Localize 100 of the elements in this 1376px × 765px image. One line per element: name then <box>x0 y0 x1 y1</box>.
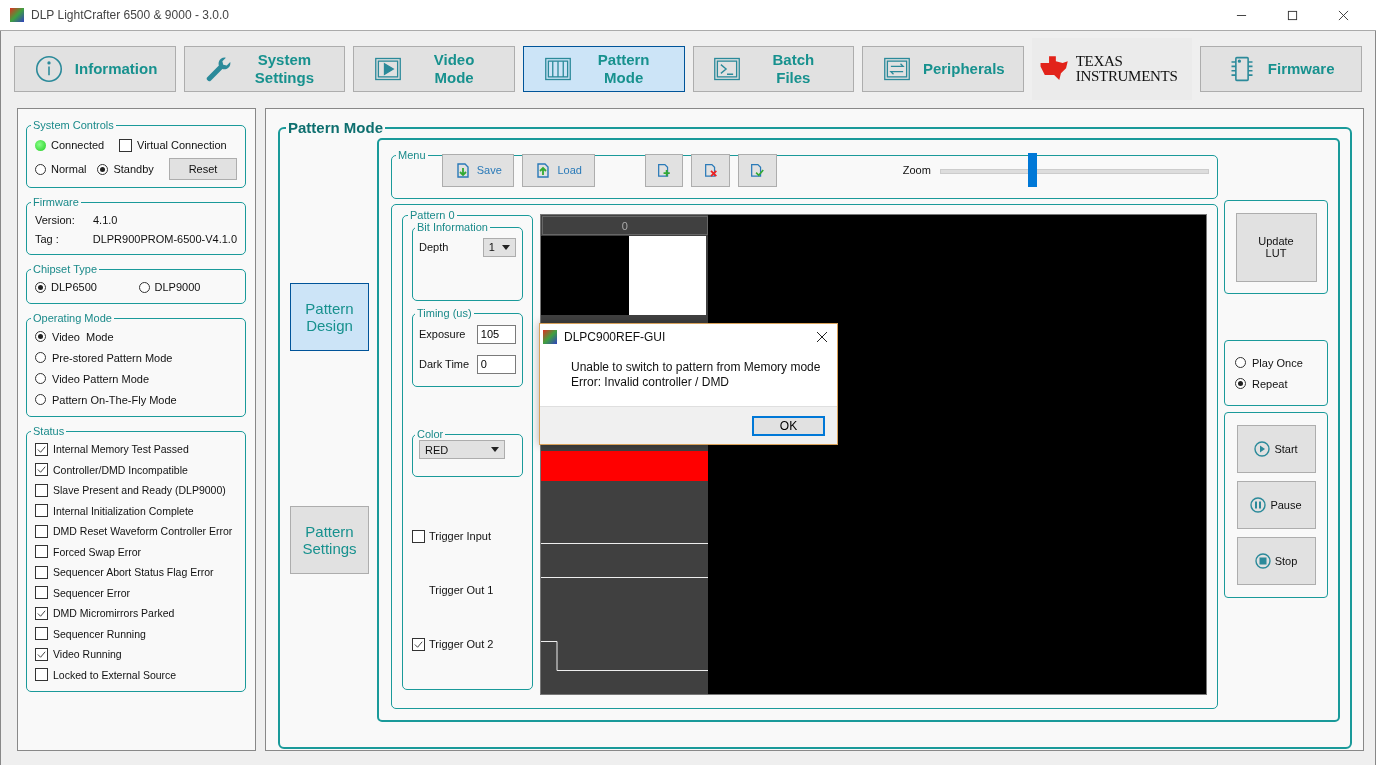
checkbox-label: DMD Micromirrors Parked <box>53 607 175 620</box>
radio-label: Video Mode <box>52 330 114 343</box>
radio-label: Repeat <box>1252 377 1288 390</box>
zoom-slider[interactable] <box>940 153 1209 187</box>
radio-label: DLP6500 <box>51 281 98 293</box>
checkbox[interactable] <box>35 483 48 497</box>
zoom-label: Zoom <box>902 164 932 176</box>
checkbox[interactable] <box>412 637 425 651</box>
checkbox[interactable] <box>119 138 132 152</box>
play-icon <box>1254 441 1271 457</box>
start-button[interactable]: Start <box>1236 425 1316 473</box>
slider-thumb[interactable] <box>1027 153 1037 187</box>
maximize-icon[interactable] <box>1287 9 1298 21</box>
check-file-icon <box>749 161 766 179</box>
nav-tab[interactable]: Peripherals <box>862 45 1024 92</box>
radio-label: Pre-stored Pattern Mode <box>52 351 173 364</box>
nav-tab[interactable]: Information <box>14 45 176 92</box>
checkbox[interactable] <box>35 647 48 661</box>
delete-file-icon <box>702 161 719 179</box>
depth-dropdown[interactable]: 1 <box>482 237 516 257</box>
nav-tab[interactable]: System Settings <box>183 45 346 92</box>
radio-button[interactable] <box>35 163 46 175</box>
pause-button[interactable]: Pause <box>1236 481 1316 529</box>
group-title: Bit Information <box>416 221 489 233</box>
dark-time-field[interactable]: 0 <box>476 354 516 374</box>
dialog-message: Unable to switch to pattern from Memory mode <box>571 360 822 375</box>
close-icon[interactable] <box>1338 9 1349 21</box>
exposure-field[interactable]: 105 <box>476 324 516 344</box>
side-button[interactable]: Pattern Settings <box>290 506 369 574</box>
group-title: Menu <box>397 149 427 161</box>
group-title: Firmware <box>32 196 80 208</box>
window-title: DLP LightCrafter 6500 & 9000 - 3.0.0 <box>31 8 229 22</box>
dialog-title: DLPC900REF-GUI <box>564 330 666 344</box>
close-icon[interactable] <box>816 331 828 343</box>
ok-button[interactable]: OK <box>752 415 825 436</box>
column-header: 0 <box>541 216 708 235</box>
verify-file-button[interactable] <box>738 153 777 187</box>
radio-label: DLP9000 <box>154 281 202 293</box>
checkbox[interactable] <box>35 565 48 579</box>
checkbox-label: Internal Initialization Complete <box>53 504 194 517</box>
group-title: Pattern 0 <box>409 209 456 221</box>
checkbox[interactable] <box>35 627 48 641</box>
app-icon <box>543 330 557 344</box>
checkbox-label: Internal Memory Test Passed <box>53 443 189 456</box>
checkbox-label: Sequencer Error <box>53 586 131 599</box>
checkbox-label: Video Running <box>53 648 122 661</box>
color-dropdown[interactable]: RED <box>419 440 505 459</box>
group-title: System Controls <box>32 119 115 131</box>
download-file-icon <box>454 161 471 179</box>
checkbox[interactable] <box>35 545 48 559</box>
group-title: Color <box>416 428 445 440</box>
checkbox[interactable] <box>35 524 48 538</box>
radio-button[interactable] <box>97 163 109 175</box>
nav-tab[interactable]: Firmware <box>1200 45 1362 92</box>
info-icon <box>34 54 63 83</box>
checkbox-label: Virtual Connection <box>137 139 227 151</box>
checkbox-label: Locked to External Source <box>53 668 177 681</box>
checkbox[interactable] <box>35 586 48 600</box>
radio-button[interactable] <box>35 394 46 405</box>
radio-button[interactable] <box>35 352 46 363</box>
stop-button[interactable]: Stop <box>1236 537 1316 585</box>
delete-file-button[interactable] <box>691 153 730 187</box>
field-label: Version: <box>35 213 76 226</box>
radio-button[interactable] <box>1235 357 1246 368</box>
field-label: Exposure <box>419 328 466 340</box>
nav-tab[interactable]: Video Mode <box>353 45 515 92</box>
update-lut-button[interactable]: Update LUT <box>1235 212 1317 282</box>
save-button[interactable]: Save <box>442 153 515 187</box>
group-title: Chipset Type <box>32 263 98 275</box>
radio-button[interactable] <box>35 281 46 293</box>
load-button[interactable]: Load <box>522 153 595 187</box>
trigger-label: Trigger Out 2 <box>429 638 494 650</box>
upload-file-icon <box>535 161 552 179</box>
checkbox[interactable] <box>412 529 425 543</box>
group-title: Operating Mode <box>32 312 113 324</box>
field-value: DLPR900PROM-6500-V4.1.0 <box>92 232 237 245</box>
radio-button[interactable] <box>138 281 150 293</box>
checkbox[interactable] <box>35 463 48 477</box>
side-button[interactable]: Pattern Design <box>290 283 369 351</box>
radio-label: Play Once <box>1252 356 1303 369</box>
radio-button[interactable] <box>35 331 46 342</box>
caret-icon <box>491 447 499 452</box>
nav-tab[interactable]: Batch Files <box>692 45 855 92</box>
reset-button[interactable]: Reset <box>169 158 237 180</box>
radio-button[interactable] <box>35 373 46 384</box>
checkbox[interactable] <box>35 606 48 620</box>
trigger-label: Trigger Input <box>429 530 491 542</box>
checkbox[interactable] <box>35 504 48 518</box>
checkbox-label: Forced Swap Error <box>53 545 142 558</box>
caret-icon <box>501 244 510 250</box>
nav-tab[interactable]: Pattern Mode <box>522 45 685 92</box>
checkbox[interactable] <box>35 442 48 456</box>
radio-button[interactable] <box>1235 378 1246 389</box>
add-file-button[interactable] <box>644 153 684 187</box>
checkbox-label: Sequencer Running <box>53 627 146 640</box>
checkbox-label: DMD Reset Waveform Controller Error <box>53 525 233 538</box>
field-value: 4.1.0 <box>93 213 118 226</box>
checkbox[interactable] <box>35 668 48 682</box>
logo-text: TEXAS <box>1075 53 1124 69</box>
group-title: Status <box>32 425 66 437</box>
